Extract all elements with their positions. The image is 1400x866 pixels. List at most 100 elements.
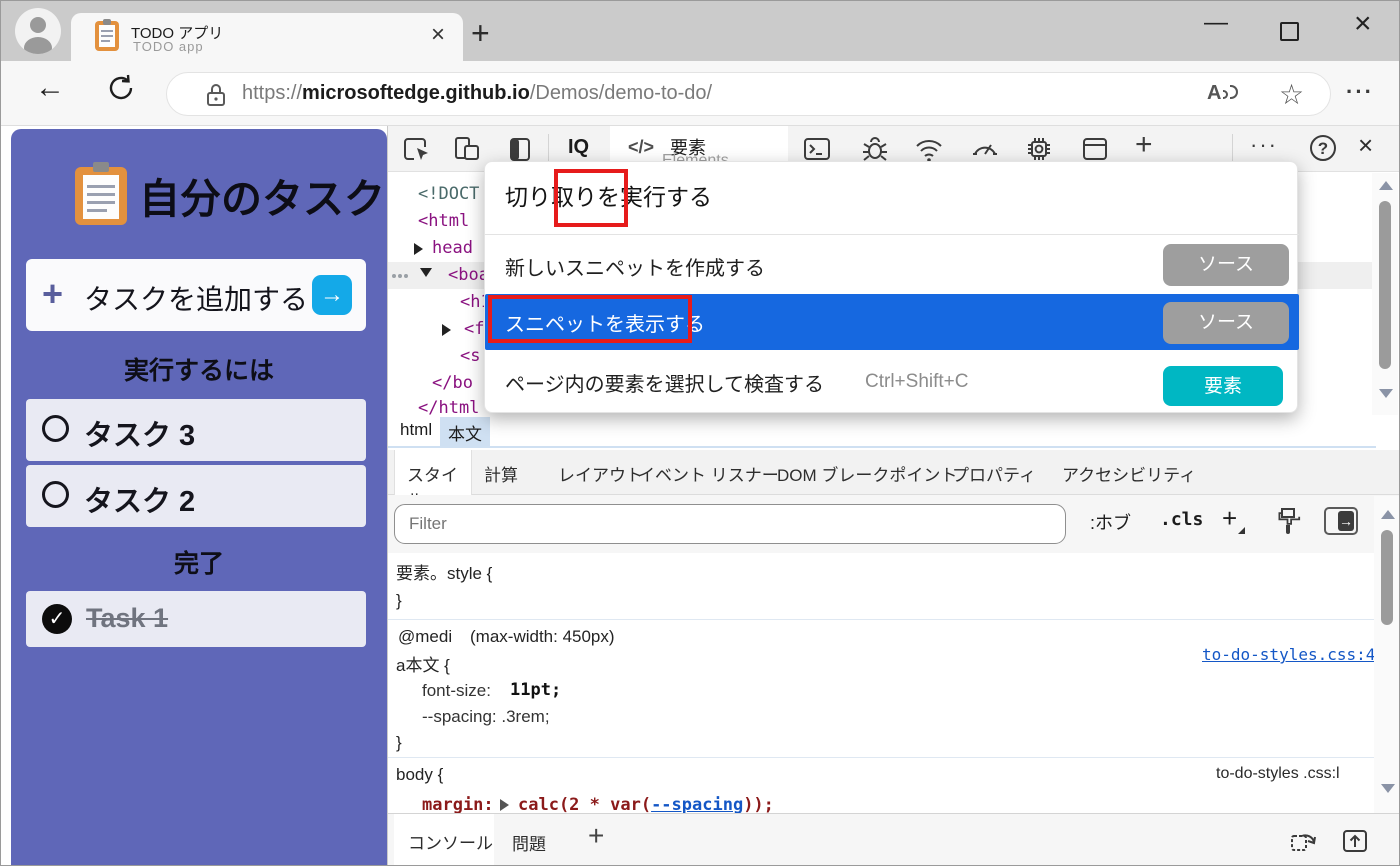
browser-menu-button[interactable]: ··· bbox=[1346, 79, 1374, 105]
dom-body-close[interactable]: </bo bbox=[432, 373, 473, 393]
tab-close-button[interactable]: × bbox=[431, 21, 445, 49]
scroll-down-icon[interactable] bbox=[1379, 389, 1393, 398]
read-aloud-wave-icon bbox=[1223, 90, 1229, 99]
scrollbar-thumb[interactable] bbox=[1381, 530, 1393, 625]
inspect-element-button[interactable] bbox=[402, 134, 432, 164]
console-icon bbox=[804, 138, 830, 160]
refresh-icon bbox=[109, 74, 133, 100]
add-task-submit-button[interactable]: → bbox=[312, 275, 352, 315]
tab-issues[interactable]: 問題 bbox=[512, 830, 546, 855]
todo-app-panel: 自分のタスク + タスクを追加する → 実行するには タスク 3 タスク 2 完… bbox=[11, 129, 387, 865]
margin-var-link[interactable]: --spacing bbox=[651, 795, 743, 813]
new-tab-button[interactable]: + bbox=[471, 15, 490, 52]
refresh-button[interactable] bbox=[106, 73, 136, 103]
scroll-up-icon[interactable] bbox=[1381, 510, 1395, 519]
toggle-hov-button[interactable]: :ホブ bbox=[1090, 509, 1131, 535]
devtools-close-button[interactable]: × bbox=[1358, 130, 1373, 161]
rendering-brush-button[interactable] bbox=[1274, 505, 1302, 535]
task-checkbox-checked[interactable]: ✓ bbox=[42, 604, 72, 634]
console-tool-button[interactable] bbox=[802, 134, 832, 164]
tab-dom-breakpoints[interactable]: DOM ブレークポイント bbox=[777, 461, 957, 486]
media-selector[interactable]: a本文 { bbox=[396, 651, 450, 676]
command-menu-item[interactable]: 新しいスニペットを作成する ソース bbox=[485, 236, 1299, 294]
favorites-star-button[interactable]: ☆ bbox=[1279, 78, 1304, 111]
new-style-rule-button[interactable]: + bbox=[1222, 503, 1237, 534]
collapse-arrow-icon[interactable] bbox=[420, 268, 432, 277]
breadcrumb-item-html[interactable]: html bbox=[400, 420, 432, 440]
dom-doctype[interactable]: <!DOCT bbox=[418, 184, 479, 204]
add-task-row[interactable]: + タスクを追加する → bbox=[26, 259, 366, 331]
tab-computed[interactable]: 計算 bbox=[484, 461, 518, 486]
body-rule-selector[interactable]: body { bbox=[396, 765, 443, 785]
iq-label[interactable]: IQ bbox=[568, 136, 589, 159]
task-item-done[interactable]: ✓ Task 1 bbox=[26, 591, 366, 647]
expand-arrow-icon[interactable] bbox=[442, 324, 451, 336]
tab-title-ghost: TODO app bbox=[133, 39, 204, 54]
window-close-button[interactable]: × bbox=[1354, 7, 1372, 41]
panel-badge-sources: ソース bbox=[1163, 302, 1289, 344]
task-item[interactable]: タスク 3 bbox=[26, 399, 366, 461]
css-margin-name[interactable]: margin: bbox=[422, 795, 494, 813]
toggle-cls-button[interactable]: .cls bbox=[1160, 509, 1203, 530]
panel-badge-sources: ソース bbox=[1163, 244, 1289, 286]
dom-scrollbar[interactable] bbox=[1372, 173, 1398, 415]
styles-scrollbar[interactable] bbox=[1374, 496, 1399, 813]
layout-tool-button[interactable] bbox=[1080, 134, 1110, 164]
devtools-more-button[interactable]: ··· bbox=[1250, 132, 1278, 158]
drawer-dock-button[interactable] bbox=[1288, 826, 1318, 856]
task-item[interactable]: タスク 2 bbox=[26, 465, 366, 527]
styles-filter-input[interactable] bbox=[394, 504, 1066, 544]
tab-layout[interactable]: レイアウト bbox=[558, 461, 643, 486]
dom-head[interactable]: head bbox=[432, 238, 473, 258]
inline-style-selector[interactable]: 要素。style { bbox=[396, 559, 492, 584]
app-title: 自分のタスク bbox=[139, 176, 385, 222]
devtools-help-button[interactable]: ? bbox=[1310, 135, 1336, 161]
url-scheme: https:// bbox=[242, 82, 303, 104]
focus-mode-button[interactable] bbox=[506, 134, 536, 164]
scroll-up-icon[interactable] bbox=[1379, 181, 1393, 190]
tab-console[interactable]: コンソール bbox=[394, 814, 494, 865]
read-aloud-button[interactable]: A bbox=[1207, 82, 1239, 105]
css-property-name[interactable]: font-size: bbox=[422, 681, 491, 701]
add-tools-button[interactable]: + bbox=[1135, 128, 1153, 162]
add-task-label[interactable]: タスクを追加する bbox=[84, 278, 308, 318]
css-custom-property[interactable]: --spacing: .3rem; bbox=[422, 707, 550, 727]
browser-tab[interactable]: TODO アプリ TODO app × bbox=[71, 13, 463, 61]
command-menu-item[interactable]: ページ内の要素を選択して検査する Ctrl+Shift+C 要素 bbox=[485, 352, 1299, 414]
tab-properties[interactable]: プロパティ bbox=[952, 461, 1036, 486]
tab-accessibility[interactable]: アクセシビリティ bbox=[1062, 461, 1196, 486]
task-checkbox[interactable] bbox=[42, 415, 69, 442]
maximize-button[interactable] bbox=[1280, 22, 1299, 41]
network-button[interactable] bbox=[914, 134, 944, 164]
scrollbar-thumb[interactable] bbox=[1379, 201, 1391, 369]
expand-arrow-icon[interactable] bbox=[414, 243, 423, 255]
task-checkbox[interactable] bbox=[42, 481, 69, 508]
dom-more-actions-icon[interactable] bbox=[392, 274, 396, 278]
breadcrumb-item-body[interactable]: 本文 bbox=[440, 417, 490, 448]
dom-body-open[interactable]: <boa bbox=[448, 265, 489, 285]
minimize-button[interactable]: — bbox=[1204, 9, 1228, 37]
memory-button[interactable] bbox=[1024, 134, 1054, 164]
drawer-add-tab-button[interactable]: + bbox=[588, 820, 604, 852]
device-emulation-button[interactable] bbox=[452, 134, 482, 164]
tab-styles[interactable]: スタイル bbox=[394, 450, 472, 510]
dom-form[interactable]: <f bbox=[464, 319, 484, 339]
expand-value-arrow-icon[interactable] bbox=[500, 799, 509, 811]
css-property-value[interactable]: 11pt; bbox=[510, 680, 561, 700]
back-button[interactable]: ← bbox=[35, 71, 65, 105]
stylesheet-link[interactable]: to-do-styles.css:40 bbox=[1202, 645, 1376, 664]
sidebar-toggle-button[interactable]: → bbox=[1324, 507, 1358, 535]
debugger-button[interactable] bbox=[860, 134, 890, 164]
stylesheet-link-body[interactable]: to-do-styles .css:l bbox=[1216, 765, 1340, 783]
dom-html-open[interactable]: <html bbox=[418, 211, 469, 231]
css-margin-value[interactable]: calc(2 * var(--spacing)); bbox=[518, 795, 774, 813]
drawer-expand-button[interactable] bbox=[1340, 826, 1370, 856]
url-host: microsoftedge.github.io bbox=[302, 82, 530, 104]
scroll-down-icon[interactable] bbox=[1381, 784, 1395, 793]
performance-button[interactable] bbox=[970, 134, 1000, 164]
tab-event-listeners[interactable]: イベント リスナー bbox=[638, 461, 779, 486]
profile-avatar[interactable] bbox=[15, 8, 61, 54]
dom-script[interactable]: <s bbox=[460, 346, 480, 366]
breadcrumb: html 本文 bbox=[388, 415, 1376, 448]
address-bar[interactable]: https://microsoftedge.github.io/Demos/de… bbox=[166, 72, 1331, 116]
